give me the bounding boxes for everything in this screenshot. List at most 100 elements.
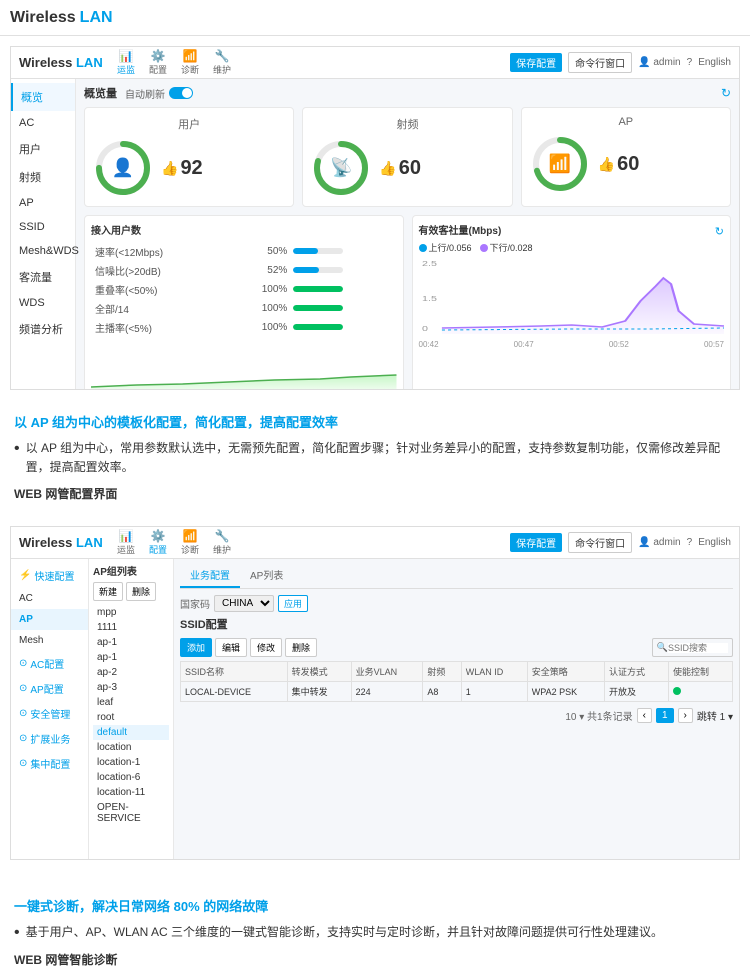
ap-item-open[interactable]: OPEN-SERVICE [93,800,169,826]
user-detail-table: 速率(<12Mbps) 50% 信噪比(>20dB) 52% 重叠率(<50%)… [91,241,397,338]
ss2-cmd-btn[interactable]: 命令行窗口 [568,532,632,553]
sidebar-item-mesh[interactable]: Mesh&WDS [11,239,75,263]
ap-item-location6[interactable]: location-6 [93,770,169,785]
ss2-sidebar-quick[interactable]: ⚡ 快速配置 [11,563,88,588]
donut-ap: 📶 [530,134,590,194]
user-chart: 00:4200:4700:5200:57 [91,342,397,389]
ap-item-ap3[interactable]: ap-3 [93,680,169,695]
ss2-nav-monitor[interactable]: 📊 运监 [117,529,135,556]
apply-btn[interactable]: 应用 [278,595,308,612]
refresh-icon[interactable]: ↻ [721,86,731,100]
ss2-sidebar-ap-config[interactable]: ⊙ AP配置 [11,676,88,701]
enable-cell [668,682,732,702]
stat-radio-title: 射频 [311,116,503,132]
ss2-lang-label[interactable]: English [698,537,731,548]
row-label: 速率(<12Mbps) [93,243,231,260]
quick-config-icon: ⚡ [19,570,31,581]
tab-ap-list[interactable]: AP列表 [240,563,293,588]
ap-item-location1[interactable]: location-1 [93,755,169,770]
user-label: 👤 admin [638,57,680,68]
ap-item-default[interactable]: default [93,725,169,740]
nav-item-config[interactable]: ⚙️ 配置 [149,49,167,76]
logo-wireless: Wireless [10,9,76,27]
row-label: 主播率(<5%) [93,319,231,336]
legend-up-label: 上行/0.056 [429,241,472,254]
stat-radio-body: 📡 👍 60 [311,138,503,198]
ap-delete-btn[interactable]: 删除 [126,582,156,601]
page-header: Wireless LAN [0,0,750,36]
ap-item-location11[interactable]: location-11 [93,785,169,800]
sidebar-item-user[interactable]: 用户 [11,135,75,163]
svg-text:1.5: 1.5 [422,295,437,303]
country-code-select[interactable]: CHINA [214,595,274,612]
row-val: 52% [233,262,290,279]
svg-text:0: 0 [422,325,428,333]
sidebar-item-overview[interactable]: 概览 [11,83,75,111]
ssid-add-btn[interactable]: 添加 [180,638,212,657]
ap-chart-card: 有效客社量(Mbps) ↻ 上行/0.056 下行/0.028 [412,215,732,389]
ap-item-root[interactable]: root [93,710,169,725]
help-icon[interactable]: ? [687,57,693,68]
ss2-save-btn[interactable]: 保存配置 [510,533,562,552]
legend-up: 上行/0.056 [419,241,472,254]
ap-item-ap1b[interactable]: ap-1 [93,650,169,665]
ap-chart-title: 有效客社量(Mbps) [419,222,502,237]
ap-new-btn[interactable]: 新建 [93,582,123,601]
ss2-sidebar-security[interactable]: ⊙ 安全管理 [11,701,88,726]
stat-ap-body: 📶 👍 60 [530,134,722,194]
nav-item-monitor[interactable]: 📊 运监 [117,49,135,76]
progress-bar [293,267,343,273]
prev-page-btn[interactable]: ‹ [637,708,652,723]
ssid-delete-btn[interactable]: 删除 [285,638,317,657]
nav-item-maint[interactable]: 🔧 维护 [213,49,231,76]
ssid-modify-btn[interactable]: 修改 [250,638,282,657]
ssid-edit-btn[interactable]: 编辑 [215,638,247,657]
filter-label: 国家码 [180,596,210,611]
screenshot2-nav: 📊 运监 ⚙️ 配置 📶 诊断 🔧 维护 [117,529,510,556]
ap-item-1111[interactable]: 1111 [93,620,169,635]
radio-cell: A8 [423,682,461,702]
bandwidth-chart: 2.5 1.5 0 [419,256,725,336]
ap-item-location[interactable]: location [93,740,169,755]
donut-radio: 📡 [311,138,371,198]
col-ssid-name: SSID名称 [181,662,288,682]
ss2-help-icon[interactable]: ? [687,537,693,548]
auto-refresh-label: 自动刷新 [125,86,165,101]
sidebar-item-radio[interactable]: 射频 [11,163,75,191]
save-config-btn[interactable]: 保存配置 [510,53,562,72]
tab-service-config[interactable]: 业务配置 [180,563,240,588]
logo-lan: LAN [80,9,113,27]
ss2-sidebar-mesh[interactable]: Mesh [11,630,88,651]
sidebar-item-ssid[interactable]: SSID [11,215,75,239]
page-1-btn[interactable]: 1 [656,708,674,723]
ss2-sidebar-ac-config[interactable]: ⊙ AC配置 [11,651,88,676]
sidebar-item-ac[interactable]: AC [11,111,75,135]
auto-refresh-toggle[interactable] [169,87,193,99]
ss2-nav-diag[interactable]: 📶 诊断 [181,529,199,556]
ap-item-ap2[interactable]: ap-2 [93,665,169,680]
ap-signal-icon: 📶 [548,154,570,175]
ss2-sidebar-central[interactable]: ⊙ 集中配置 [11,751,88,776]
row-val: 100% [233,281,290,298]
cmd-window-btn[interactable]: 命令行窗口 [568,52,632,73]
ap-item-leaf[interactable]: leaf [93,695,169,710]
next-page-btn[interactable]: › [678,708,693,723]
ap-item-mpp[interactable]: mpp [93,605,169,620]
sidebar-item-spectrum[interactable]: 频谱分析 [11,315,75,343]
nav-item-diag[interactable]: 📶 诊断 [181,49,199,76]
sidebar-item-wds[interactable]: WDS [11,291,75,315]
ap-refresh-icon[interactable]: ↻ [715,225,724,238]
ss2-sidebar-ac[interactable]: AC [11,588,88,609]
ssid-table-header: SSID名称 转发模式 业务VLAN 射频 WLAN ID 安全策略 认证方式 … [181,662,733,682]
lang-label[interactable]: English [698,57,731,68]
sidebar-item-traffic[interactable]: 客流量 [11,263,75,291]
ss2-nav-maint[interactable]: 🔧 维护 [213,529,231,556]
ss2-sidebar-ap[interactable]: AP [11,609,88,630]
ss2-sidebar-ext[interactable]: ⊙ 扩展业务 [11,726,88,751]
ssid-search-input[interactable] [668,643,728,653]
ap-item-ap1[interactable]: ap-1 [93,635,169,650]
ssid-row-1[interactable]: LOCAL-DEVICE 集中转发 224 A8 1 WPA2 PSK 开放及 [181,682,733,702]
sidebar-item-ap[interactable]: AP [11,191,75,215]
ss2-nav-config[interactable]: ⚙️ 配置 [149,529,167,556]
row-label: 全部/14 [93,300,231,317]
